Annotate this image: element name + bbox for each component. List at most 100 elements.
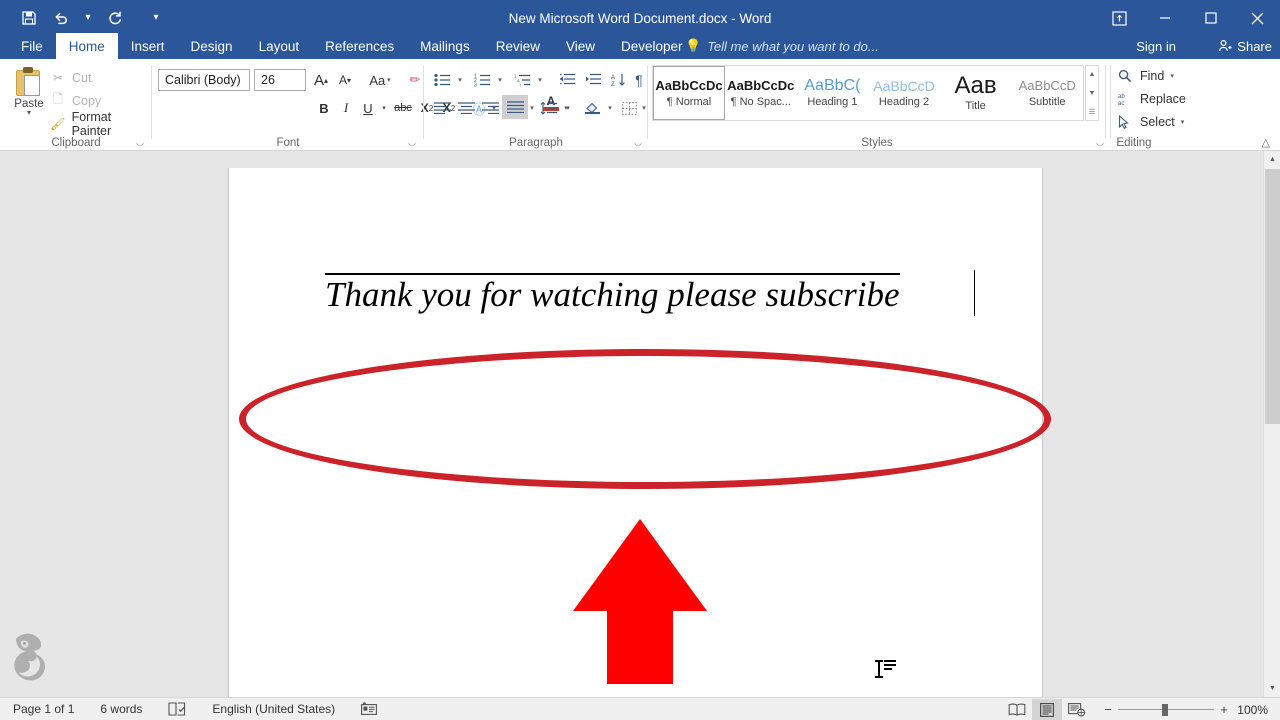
tab-design[interactable]: Design: [178, 33, 246, 59]
proofing-errors-icon[interactable]: [155, 702, 199, 716]
select-dropdown-icon[interactable]: ▾: [1181, 118, 1185, 126]
tab-review[interactable]: Review: [483, 33, 553, 59]
vertical-scrollbar[interactable]: ▲ ▼: [1263, 151, 1280, 697]
multilevel-list-dropdown-icon[interactable]: ▾: [534, 69, 546, 91]
web-layout-button[interactable]: [1062, 699, 1092, 720]
scroll-down-icon[interactable]: ▼: [1264, 680, 1280, 697]
style-normal[interactable]: AaBbCcDc ¶ Normal: [653, 66, 725, 120]
document-canvas[interactable]: overline text Thank you for watching ple…: [0, 151, 1280, 697]
grow-font-button[interactable]: A ▴: [310, 69, 332, 91]
collapse-ribbon-icon[interactable]: △: [1262, 136, 1270, 149]
undo-dropdown-icon[interactable]: ▾: [78, 5, 98, 31]
read-mode-button[interactable]: [1002, 699, 1032, 720]
zoom-out-button[interactable]: −: [1098, 702, 1118, 717]
line-spacing-dropdown-icon[interactable]: ▾: [560, 97, 572, 119]
bullets-dropdown-icon[interactable]: ▾: [454, 69, 466, 91]
zoom-track[interactable]: [1118, 703, 1214, 716]
tab-developer[interactable]: Developer: [608, 33, 696, 59]
style-no-spacing[interactable]: AaBbCcDc ¶ No Spac...: [725, 66, 797, 120]
paste-icon: [16, 67, 42, 97]
zoom-level-label[interactable]: 100%: [1234, 703, 1280, 717]
align-left-button[interactable]: [430, 97, 454, 119]
change-case-button[interactable]: Aa ▾: [362, 69, 398, 91]
maximize-restore-button[interactable]: [1188, 0, 1234, 36]
find-button[interactable]: Find ▾: [1118, 65, 1174, 86]
tab-layout[interactable]: Layout: [246, 33, 313, 59]
numbering-dropdown-icon[interactable]: ▾: [494, 69, 506, 91]
underline-dropdown-icon[interactable]: ▾: [378, 97, 390, 119]
clipboard-dialog-launcher-icon[interactable]: ◡: [136, 137, 144, 148]
page-count-status[interactable]: Page 1 of 1: [0, 702, 87, 716]
align-center-button[interactable]: [454, 97, 478, 119]
multilevel-list-button[interactable]: 1ai: [510, 69, 534, 91]
shrink-font-button[interactable]: A ▾: [334, 69, 356, 91]
find-dropdown-icon[interactable]: ▾: [1170, 72, 1174, 80]
minimize-button[interactable]: [1142, 0, 1188, 36]
tab-mailings[interactable]: Mailings: [407, 33, 483, 59]
styles-gallery-scroll: ▲ ▼ ☰: [1085, 65, 1099, 121]
styles-more-icon[interactable]: ☰: [1086, 103, 1098, 120]
word-count-status[interactable]: 6 words: [87, 702, 155, 716]
tab-file[interactable]: File: [8, 33, 56, 59]
macro-record-icon[interactable]: [348, 702, 390, 716]
paragraph-dialog-launcher-icon[interactable]: ◡: [634, 137, 642, 148]
print-layout-button[interactable]: [1032, 699, 1062, 720]
style-title[interactable]: Aaʙ Title: [940, 66, 1012, 120]
strikethrough-button[interactable]: abc: [392, 97, 414, 119]
zoom-slider-thumb[interactable]: [1162, 703, 1168, 716]
styles-scroll-down-icon[interactable]: ▼: [1086, 85, 1098, 102]
underline-button[interactable]: U: [358, 97, 378, 119]
cut-button[interactable]: ✂ Cut: [50, 67, 91, 88]
svg-text:A: A: [611, 75, 615, 81]
share-button[interactable]: Share: [1218, 33, 1272, 59]
paste-button[interactable]: Paste ▾: [8, 65, 50, 137]
undo-icon[interactable]: [46, 5, 76, 31]
align-right-button[interactable]: [478, 97, 502, 119]
tab-insert[interactable]: Insert: [118, 33, 178, 59]
customize-quick-access-toolbar-icon[interactable]: ▾: [146, 5, 166, 31]
sign-in-button[interactable]: Sign in: [1136, 33, 1176, 59]
replace-button[interactable]: ab ac Replace: [1118, 88, 1186, 109]
select-button[interactable]: Select ▾: [1118, 111, 1184, 132]
scrollbar-thumb[interactable]: [1265, 169, 1280, 424]
close-button[interactable]: [1234, 0, 1280, 36]
copy-button[interactable]: 🗋 Copy: [50, 90, 101, 111]
style-heading-1[interactable]: AaBbC( Heading 1: [797, 66, 869, 120]
redo-icon[interactable]: [100, 5, 130, 31]
increase-indent-button[interactable]: [580, 69, 604, 91]
style-subtitle[interactable]: AaBbCcD Subtitle: [1011, 66, 1083, 120]
show-hide-marks-button[interactable]: ¶: [630, 69, 648, 91]
svg-text:ab: ab: [1118, 94, 1125, 100]
ribbon-group-paragraph: ▾ 123 ▾ 1ai ▾ AZ ¶ ▾ ▾ ▾ Paragraph ◡: [424, 59, 648, 151]
sort-button[interactable]: AZ: [608, 69, 630, 91]
language-status[interactable]: English (United States): [199, 702, 348, 716]
decrease-indent-button[interactable]: [554, 69, 578, 91]
tell-me-search[interactable]: 💡 Tell me what you want to do...: [685, 33, 879, 59]
font-dialog-launcher-icon[interactable]: ◡: [408, 137, 416, 148]
save-icon[interactable]: [14, 5, 44, 31]
font-name-combobox[interactable]: Calibri (Body) ▾: [158, 69, 742, 447]
scroll-up-icon[interactable]: ▲: [1264, 151, 1280, 168]
styles-scroll-up-icon[interactable]: ▲: [1086, 66, 1098, 83]
format-painter-button[interactable]: 🖌 Format Painter: [50, 110, 152, 138]
font-size-combobox[interactable]: 26 ▾: [254, 69, 838, 447]
font-name-value: Calibri (Body): [165, 73, 241, 87]
tab-view[interactable]: View: [553, 33, 608, 59]
italic-button[interactable]: I: [336, 97, 356, 119]
shading-button[interactable]: [580, 97, 604, 119]
annotation-up-arrow: [573, 519, 707, 684]
style-heading-2[interactable]: AaBbCcD Heading 2: [868, 66, 940, 120]
bullets-button[interactable]: [430, 69, 454, 91]
bold-button[interactable]: B: [314, 97, 334, 119]
borders-button[interactable]: [618, 97, 640, 119]
zoom-in-button[interactable]: +: [1214, 702, 1234, 717]
tab-references[interactable]: References: [312, 33, 407, 59]
line-spacing-button[interactable]: [536, 97, 560, 119]
tab-home[interactable]: Home: [55, 33, 118, 59]
justify-button[interactable]: [502, 95, 528, 119]
shading-dropdown-icon[interactable]: ▾: [604, 97, 616, 119]
numbering-button[interactable]: 123: [470, 69, 494, 91]
zoom-slider[interactable]: − +: [1098, 702, 1234, 717]
paste-dropdown-icon[interactable]: ▾: [27, 109, 31, 117]
ribbon-display-options-icon[interactable]: [1096, 0, 1142, 36]
